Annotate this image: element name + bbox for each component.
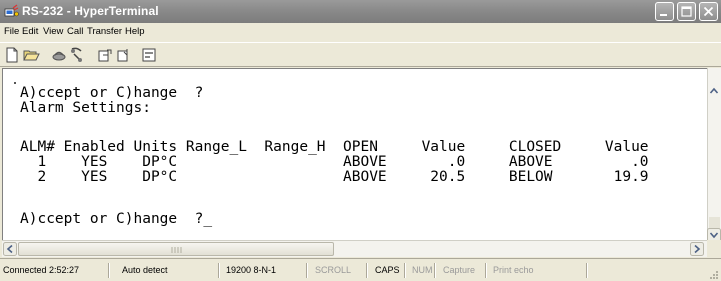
menu-help[interactable]: Help: [125, 26, 145, 37]
open-icon[interactable]: [22, 46, 40, 64]
minimize-icon: [660, 14, 667, 16]
status-separator: [404, 263, 406, 278]
scrollbar-corner: [707, 240, 721, 257]
new-icon[interactable]: [3, 46, 21, 64]
status-separator: [586, 263, 588, 278]
maximize-icon: [681, 6, 692, 17]
horizontal-scroll-thumb[interactable]: [18, 242, 334, 256]
status-separator: [485, 263, 487, 278]
scroll-left-icon[interactable]: [3, 242, 17, 256]
toolbar: [0, 42, 721, 67]
status-num: NUM: [412, 265, 433, 275]
title-bar[interactable]: RS-232 - HyperTerminal: [0, 0, 721, 23]
scroll-up-icon[interactable]: [707, 84, 721, 98]
receive-icon[interactable]: [114, 46, 132, 64]
status-scroll: SCROLL: [315, 265, 352, 275]
status-capture: Capture: [443, 265, 476, 275]
send-icon[interactable]: [96, 46, 114, 64]
terminal-line-5: 1 YES DP°C ABOVE .0 ABOVE .0: [20, 154, 649, 170]
hyperterminal-icon: [4, 4, 19, 17]
status-detect: Auto detect: [122, 265, 168, 275]
status-bar: Connected 2:52:27 Auto detect 19200 8-N-…: [0, 258, 721, 281]
terminal-line-8: A)ccept or C)hange ?_: [20, 211, 213, 227]
terminal-line-6: 2 YES DP°C ABOVE 20.5 BELOW 19.9: [20, 169, 649, 185]
properties-icon[interactable]: [140, 46, 158, 64]
window-title: RS-232 - HyperTerminal: [22, 4, 159, 18]
minimize-button[interactable]: [655, 2, 674, 21]
hyperterminal-window: RS-232 - HyperTerminal File Edit View Ca…: [0, 0, 721, 281]
status-settings: 19200 8-N-1: [226, 265, 277, 275]
terminal-line-1: A)ccept or C)hange ?: [20, 85, 204, 101]
grip-icon: [171, 247, 182, 253]
menu-bar: File Edit View Call Transfer Help: [0, 23, 721, 42]
terminal-line-4: ALM# Enabled Units Range_L Range_H OPEN …: [20, 139, 649, 155]
status-separator: [218, 263, 220, 278]
menu-view[interactable]: View: [43, 26, 63, 37]
status-separator: [434, 263, 436, 278]
menu-call[interactable]: Call: [67, 26, 83, 37]
terminal-line-2: Alarm Settings:: [20, 100, 151, 116]
menu-edit[interactable]: Edit: [22, 26, 38, 37]
status-separator: [366, 263, 368, 278]
maximize-button[interactable]: [677, 2, 696, 21]
menu-transfer[interactable]: Transfer: [87, 26, 122, 37]
status-print-echo: Print echo: [493, 265, 534, 275]
status-separator: [306, 263, 308, 278]
status-connected: Connected 2:52:27: [3, 265, 80, 275]
resize-grip-icon[interactable]: [707, 268, 719, 280]
status-caps: CAPS: [375, 265, 400, 275]
close-button[interactable]: [699, 2, 718, 21]
status-separator: [108, 263, 110, 278]
scroll-right-icon[interactable]: [690, 242, 704, 256]
menu-file[interactable]: File: [4, 26, 19, 37]
close-icon: [703, 6, 714, 17]
disconnect-icon[interactable]: [50, 46, 68, 64]
call-icon[interactable]: [68, 46, 86, 64]
